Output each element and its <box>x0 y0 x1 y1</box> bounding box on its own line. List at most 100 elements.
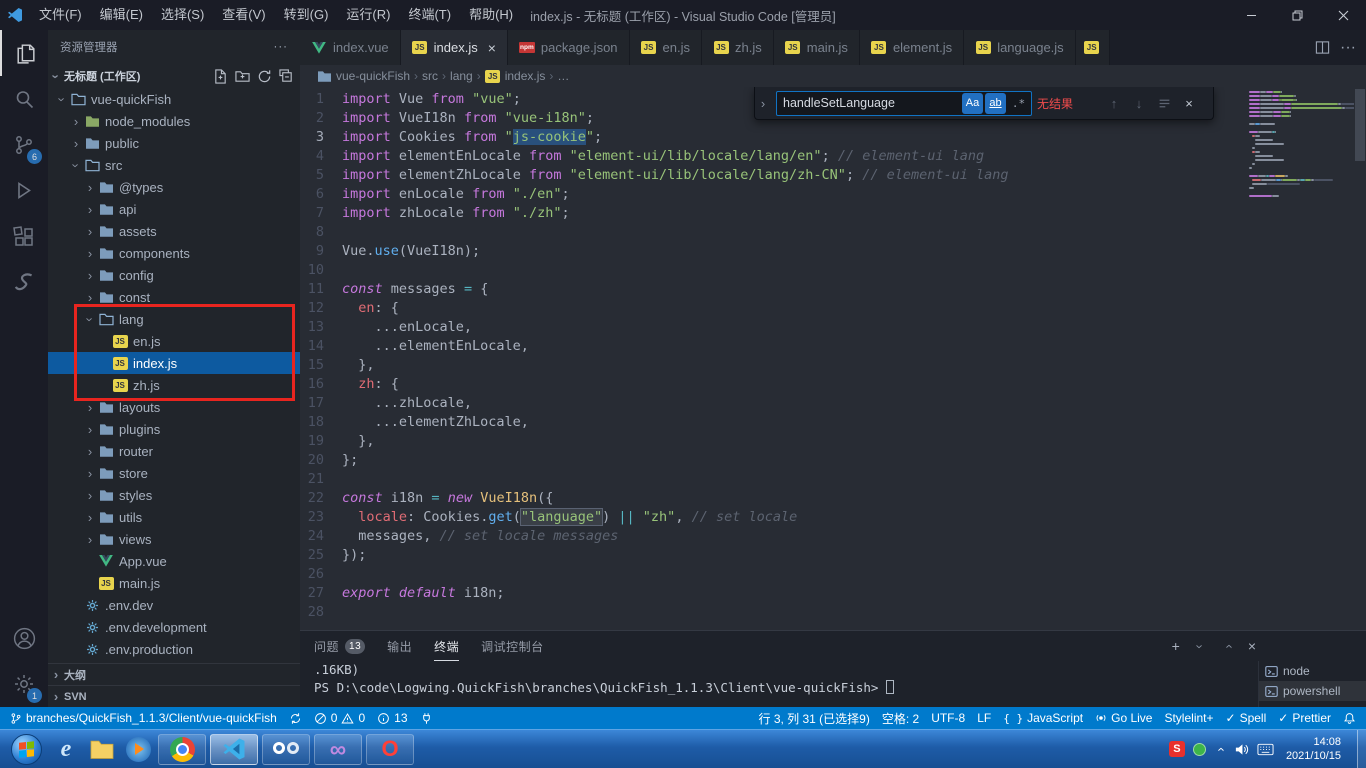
code-line[interactable]: 4import elementEnLocale from "element-ui… <box>300 147 1242 166</box>
menu-item[interactable]: 选择(S) <box>152 0 213 30</box>
split-editor-icon[interactable] <box>1315 40 1330 55</box>
eol-indicator[interactable]: LF <box>971 707 997 729</box>
tree-item-.env.production[interactable]: ›.env.production <box>48 638 300 660</box>
new-file-icon[interactable] <box>213 69 228 84</box>
code-line[interactable]: 20}; <box>300 451 1242 470</box>
whole-word-toggle[interactable]: ab <box>985 93 1006 114</box>
search-icon[interactable] <box>0 76 48 122</box>
code-line[interactable]: 11const messages = { <box>300 280 1242 299</box>
tree-item-lang[interactable]: ›lang <box>48 308 300 330</box>
code-line[interactable]: 14 ...elementEnLocale, <box>300 337 1242 356</box>
svn-section[interactable]: › SVN <box>48 685 300 707</box>
code-line[interactable]: 12 en: { <box>300 299 1242 318</box>
vscode-taskbar-button[interactable] <box>210 734 258 765</box>
maximize-panel-icon[interactable]: › <box>1220 638 1235 654</box>
spell-indicator[interactable]: ✓Spell <box>1220 707 1273 729</box>
tree-item-node_modules[interactable]: ›node_modules <box>48 110 300 132</box>
show-desktop-button[interactable] <box>1357 730 1366 768</box>
terminal-node[interactable]: node <box>1259 661 1366 681</box>
tree-item-components[interactable]: ›components <box>48 242 300 264</box>
rings-app-taskbar-button[interactable] <box>262 734 310 765</box>
branch-indicator[interactable]: branches/QuickFish_1.1.3/Client/vue-quic… <box>4 707 283 729</box>
tree-item-App.vue[interactable]: ›App.vue <box>48 550 300 572</box>
tree-item-vue-quickFish[interactable]: ›vue-quickFish <box>48 88 300 110</box>
tab-close-icon[interactable]: × <box>488 40 496 56</box>
toggle-replace-icon[interactable]: › <box>755 87 771 119</box>
tab-partial[interactable]: JS <box>1076 30 1110 65</box>
tree-item-public[interactable]: ›public <box>48 132 300 154</box>
tab-index.js[interactable]: JSindex.js× <box>401 30 508 65</box>
breadcrumb-item[interactable]: vue-quickFish <box>316 69 410 83</box>
code-line[interactable]: 18 ...elementZhLocale, <box>300 413 1242 432</box>
code-editor[interactable]: 1import Vue from "vue";2import VueI18n f… <box>300 87 1366 630</box>
sogou-tray-icon[interactable]: S <box>1169 741 1185 757</box>
volume-icon[interactable] <box>1234 742 1249 757</box>
new-folder-icon[interactable] <box>235 69 250 84</box>
tree-item-.env.dev[interactable]: ›.env.dev <box>48 594 300 616</box>
code-line[interactable]: 8 <box>300 223 1242 242</box>
clock[interactable]: 14:08 2021/10/15 <box>1282 735 1349 763</box>
code-line[interactable]: 10 <box>300 261 1242 280</box>
tree-item-en.js[interactable]: ›JSen.js <box>48 330 300 352</box>
account-icon[interactable] <box>0 615 48 661</box>
notifications-bell-icon[interactable] <box>1337 707 1362 729</box>
minimap[interactable] <box>1246 87 1354 630</box>
language-mode[interactable]: { }JavaScript <box>997 707 1089 729</box>
more-actions-icon[interactable]: ··· <box>274 41 289 53</box>
cursor-position[interactable]: 行 3, 列 31 (已选择9) <box>752 707 875 729</box>
find-prev-icon[interactable]: ↑ <box>1104 93 1124 113</box>
panel-tab-终端[interactable]: 终端 <box>434 631 459 661</box>
menu-item[interactable]: 编辑(E) <box>91 0 152 30</box>
code-line[interactable]: 6import enLocale from "./en"; <box>300 185 1242 204</box>
tree-item-const[interactable]: ›const <box>48 286 300 308</box>
terminal-dropdown-icon[interactable]: › <box>1192 638 1207 654</box>
breadcrumb-item[interactable]: JSindex.js <box>485 69 546 83</box>
tree-item-@types[interactable]: ›@types <box>48 176 300 198</box>
menu-item[interactable]: 查看(V) <box>213 0 274 30</box>
chrome-taskbar-button[interactable] <box>158 734 206 765</box>
menu-item[interactable]: 终端(T) <box>399 0 460 30</box>
hidden-icons-chevron[interactable]: › <box>1212 743 1227 755</box>
tree-item-views[interactable]: ›views <box>48 528 300 550</box>
match-case-toggle[interactable]: Aa <box>962 93 983 114</box>
opera-taskbar-button[interactable]: O <box>366 734 414 765</box>
tree-item-layouts[interactable]: ›layouts <box>48 396 300 418</box>
tree-item-index.js[interactable]: ›JSindex.js <box>48 352 300 374</box>
collapse-all-icon[interactable] <box>279 69 294 84</box>
menu-item[interactable]: 文件(F) <box>30 0 91 30</box>
extensions-icon[interactable] <box>0 214 48 260</box>
tree-item-config[interactable]: ›config <box>48 264 300 286</box>
tab-package.json[interactable]: npmpackage.json <box>508 30 630 65</box>
close-button[interactable] <box>1320 0 1366 30</box>
tree-item-utils[interactable]: ›utils <box>48 506 300 528</box>
code-line[interactable]: 24 messages, // set locale messages <box>300 527 1242 546</box>
folder-taskbar-icon[interactable] <box>84 731 120 767</box>
regex-toggle[interactable]: .* <box>1008 93 1029 114</box>
tab-language.js[interactable]: JSlanguage.js <box>964 30 1076 65</box>
panel-tab-问题[interactable]: 问题13 <box>314 631 365 661</box>
green-status-tray-icon[interactable] <box>1193 743 1206 756</box>
workspace-section-header[interactable]: › 无标题 (工作区) <box>48 64 300 88</box>
code-line[interactable]: 9Vue.use(VueI18n); <box>300 242 1242 261</box>
media-player-icon[interactable] <box>120 731 156 767</box>
code-line[interactable]: 21 <box>300 470 1242 489</box>
explorer-icon[interactable] <box>0 30 48 76</box>
tab-index.vue[interactable]: index.vue <box>300 30 401 65</box>
code-line[interactable]: 25}); <box>300 546 1242 565</box>
tree-item-plugins[interactable]: ›plugins <box>48 418 300 440</box>
terminal-powershell[interactable]: powershell <box>1259 681 1366 701</box>
find-next-icon[interactable]: ↓ <box>1129 93 1149 113</box>
problems-indicator[interactable]: 0 0 <box>308 707 371 729</box>
code-line[interactable]: 17 ...zhLocale, <box>300 394 1242 413</box>
tree-item-zh.js[interactable]: ›JSzh.js <box>48 374 300 396</box>
panel-tab-调试控制台[interactable]: 调试控制台 <box>481 631 544 661</box>
settings-gear-icon[interactable]: 1 <box>0 661 48 707</box>
editor-more-actions-icon[interactable]: ··· <box>1340 39 1356 57</box>
source-control-icon[interactable]: 6 <box>0 122 48 168</box>
ime-keyboard-icon[interactable] <box>1257 743 1274 756</box>
go-live-button[interactable]: Go Live <box>1089 707 1158 729</box>
stylelint-indicator[interactable]: Stylelint+ <box>1158 707 1219 729</box>
restore-button[interactable] <box>1274 0 1320 30</box>
breadcrumb-item[interactable]: lang <box>450 69 473 83</box>
code-line[interactable]: 13 ...enLocale, <box>300 318 1242 337</box>
